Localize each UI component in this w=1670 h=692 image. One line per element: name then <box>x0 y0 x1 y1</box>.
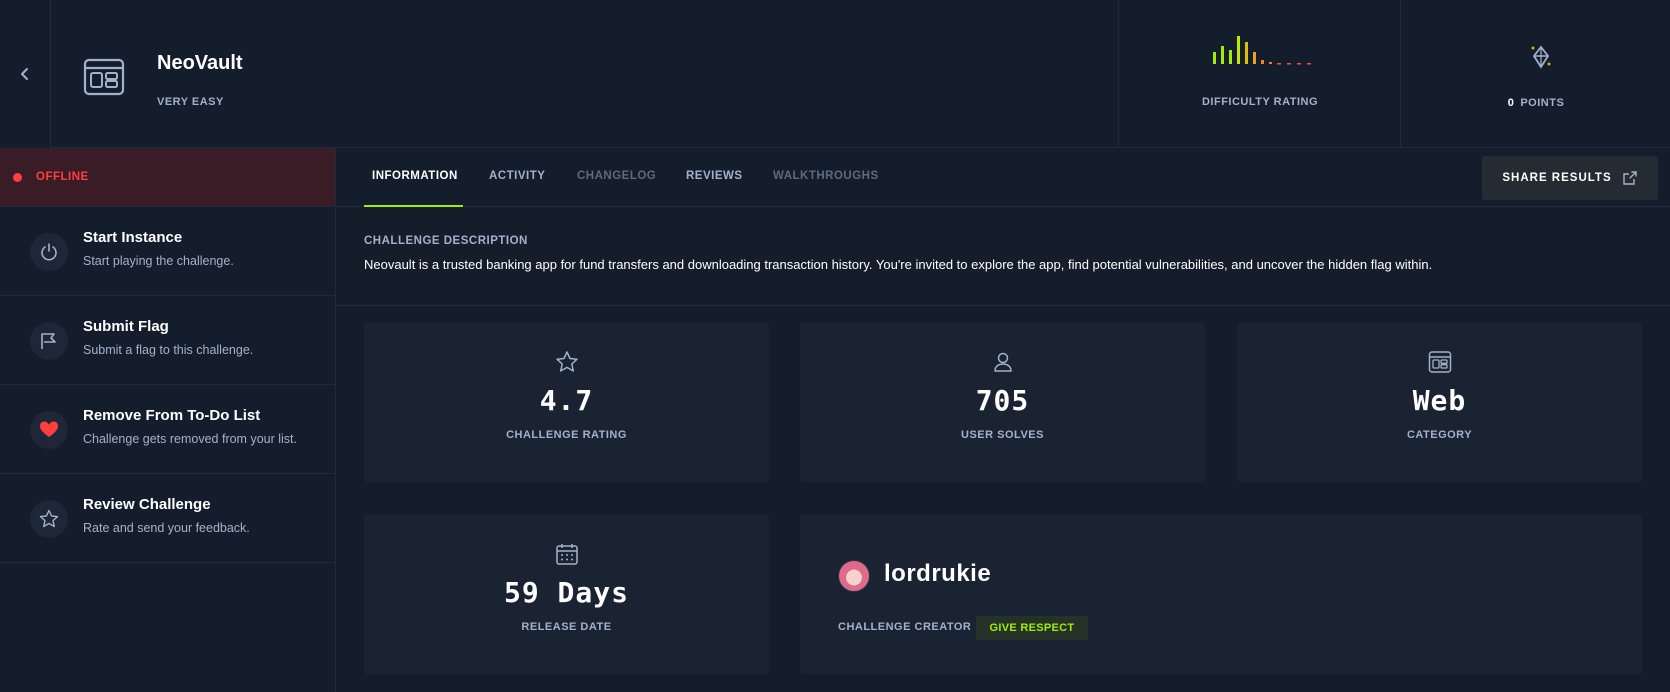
star-icon <box>30 500 68 538</box>
user-solves-card: 705 USER SOLVES <box>800 322 1205 482</box>
share-results-label: SHARE RESULTS <box>1502 172 1612 184</box>
difficulty-badge: VERY EASY <box>157 96 224 108</box>
release-date-card: 59 Days RELEASE DATE <box>364 514 769 674</box>
release-label: RELEASE DATE <box>521 621 612 633</box>
category-card: Web CATEGORY <box>1237 322 1642 482</box>
divider <box>336 305 1670 306</box>
challenge-header: NeoVault VERY EASY DIFFICULTY RATING 0 PO <box>0 0 1670 148</box>
user-icon <box>993 352 1012 372</box>
power-icon <box>30 233 68 271</box>
submit-flag-subtitle: Submit a flag to this challenge. <box>83 343 254 357</box>
difficulty-rating: DIFFICULTY RATING <box>1118 0 1400 148</box>
start-instance-button[interactable]: Start Instance Start playing the challen… <box>0 207 335 296</box>
status-dot-icon <box>13 172 22 182</box>
tab-activity[interactable]: ACTIVITY <box>489 170 545 182</box>
points-label: 0 POINTS <box>1401 97 1670 109</box>
give-respect-button[interactable]: GIVE RESPECT <box>976 616 1088 640</box>
solves-label: USER SOLVES <box>961 429 1044 441</box>
category-label: CATEGORY <box>1406 429 1473 441</box>
diamond-icon <box>1531 45 1551 69</box>
remove-todo-button[interactable]: Remove From To-Do List Challenge gets re… <box>0 385 335 474</box>
creator-name[interactable]: lordrukie <box>884 560 991 588</box>
rating-value: 4.7 <box>539 384 594 417</box>
remove-todo-subtitle: Challenge gets removed from your list. <box>83 432 297 446</box>
active-tab-indicator <box>364 205 463 207</box>
challenge-description: CHALLENGE DESCRIPTION Neovault is a trus… <box>364 235 1654 272</box>
heart-icon <box>30 411 68 449</box>
external-link-icon <box>1622 171 1637 185</box>
tab-walkthroughs[interactable]: WALKTHROUGHS <box>773 170 879 182</box>
web-challenge-icon <box>83 58 125 98</box>
category-value: Web <box>1412 384 1467 417</box>
rating-label: CHALLENGE RATING <box>506 429 627 441</box>
back-button[interactable] <box>0 0 51 148</box>
status-text: OFFLINE <box>36 171 89 183</box>
review-challenge-title: Review Challenge <box>83 496 211 513</box>
points-text: POINTS <box>1520 97 1565 109</box>
tab-bar: INFORMATION ACTIVITY CHANGELOG REVIEWS W… <box>336 148 1670 207</box>
chevron-left-icon <box>21 68 28 80</box>
description-text: Neovault is a trusted banking app for fu… <box>364 257 1433 272</box>
creator-label: CHALLENGE CREATOR <box>838 621 972 633</box>
tab-information[interactable]: INFORMATION <box>372 170 458 182</box>
creator-avatar[interactable] <box>838 560 870 592</box>
release-value: 59 Days <box>503 576 629 609</box>
instance-status: OFFLINE <box>0 148 335 207</box>
review-challenge-button[interactable]: Review Challenge Rate and send your feed… <box>0 474 335 563</box>
solves-value: 705 <box>975 384 1030 417</box>
web-category-icon <box>1428 351 1451 373</box>
start-instance-subtitle: Start playing the challenge. <box>83 254 234 268</box>
share-results-button[interactable]: SHARE RESULTS <box>1482 156 1658 200</box>
challenge-title: NeoVault <box>157 52 243 74</box>
points-value: 0 <box>1507 97 1515 109</box>
difficulty-bars-icon <box>1213 36 1311 65</box>
points-panel: 0 POINTS <box>1400 0 1670 148</box>
remove-todo-title: Remove From To-Do List <box>83 407 261 424</box>
tab-reviews[interactable]: REVIEWS <box>686 170 743 182</box>
calendar-icon <box>555 544 578 565</box>
creator-card: lordrukie CHALLENGE CREATOR GIVE RESPECT <box>800 514 1642 674</box>
sidebar: OFFLINE Start Instance Start playing the… <box>0 148 336 692</box>
flag-icon <box>30 322 68 360</box>
tab-changelog[interactable]: CHANGELOG <box>577 170 656 182</box>
review-challenge-subtitle: Rate and send your feedback. <box>83 521 250 535</box>
submit-flag-title: Submit Flag <box>83 318 169 335</box>
challenge-rating-card: 4.7 CHALLENGE RATING <box>364 322 769 482</box>
start-instance-title: Start Instance <box>83 229 183 246</box>
difficulty-rating-label: DIFFICULTY RATING <box>1201 96 1319 108</box>
star-icon <box>555 351 578 372</box>
submit-flag-button[interactable]: Submit Flag Submit a flag to this challe… <box>0 296 335 385</box>
description-heading: CHALLENGE DESCRIPTION <box>364 235 528 247</box>
